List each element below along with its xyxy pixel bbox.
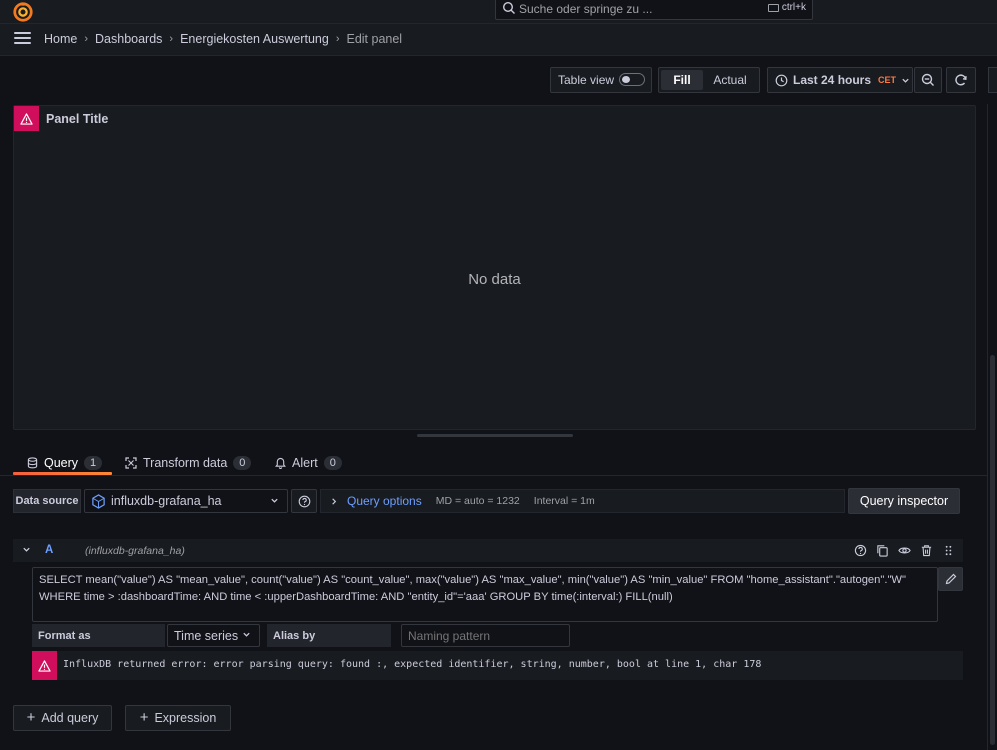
interval-info: Interval = 1m [533, 495, 595, 507]
breadcrumb-current: Edit panel [346, 32, 403, 46]
no-data-message: No data [468, 271, 521, 288]
warning-icon [20, 112, 33, 125]
question-circle-icon [298, 495, 310, 507]
trash-icon[interactable] [920, 544, 933, 557]
error-message: InfluxDB returned error: error parsing q… [63, 659, 762, 670]
breadcrumb-dashboards[interactable]: Dashboards [95, 32, 162, 46]
chevron-down-icon [902, 78, 909, 83]
alias-by-label: Alias by [267, 624, 391, 647]
plus-icon: + [26, 709, 36, 726]
influxdb-icon [92, 493, 105, 509]
menu-icon[interactable] [14, 32, 31, 46]
refresh-button[interactable] [946, 67, 976, 93]
tab-query-count: 1 [84, 456, 103, 470]
chevron-right-icon: › [84, 33, 89, 45]
duplicate-icon[interactable] [876, 544, 889, 557]
query-ref-id[interactable]: A [45, 544, 53, 556]
error-indicator [32, 651, 57, 680]
help-icon[interactable] [854, 544, 867, 557]
datasource-label: Data source [13, 489, 81, 513]
chevron-down-icon[interactable] [22, 545, 31, 554]
grafana-logo-icon[interactable] [12, 1, 34, 23]
plus-icon: + [139, 709, 149, 726]
database-icon [27, 457, 38, 469]
breadcrumb-bar: Home › Dashboards › Energiekosten Auswer… [0, 24, 997, 56]
chevron-right-icon: › [169, 33, 174, 45]
keyboard-icon [767, 3, 779, 12]
format-as-value: Time series [174, 628, 239, 643]
panel-title[interactable]: Panel Title [46, 112, 108, 126]
add-expression-label: Expression [154, 711, 217, 725]
datasource-name: influxdb-grafana_ha [111, 494, 222, 508]
fill-option[interactable]: Fill [661, 70, 703, 90]
tab-alert-label: Alert [292, 456, 318, 470]
max-datapoints-info: MD = auto = 1232 [435, 495, 520, 507]
bell-icon [275, 457, 286, 469]
datasource-help-button[interactable] [291, 489, 317, 513]
toggle-editor-mode-button[interactable] [938, 567, 963, 591]
format-as-label: Format as [32, 624, 165, 647]
add-query-label: Add query [41, 711, 99, 725]
query-inspector-button[interactable]: Query inspector [848, 488, 960, 514]
search-bar[interactable]: Suche oder springe zu ... ctrl+k [495, 0, 813, 20]
add-query-button[interactable]: + Add query [13, 705, 112, 731]
chevron-down-icon [243, 632, 250, 637]
tab-transform-count: 0 [233, 456, 252, 470]
panel-preview: Panel Title No data [13, 105, 976, 430]
warning-icon [38, 659, 51, 672]
time-range-label: Last 24 hours [793, 73, 872, 87]
search-placeholder: Suche oder springe zu ... [519, 2, 653, 16]
query-error: InfluxDB returned error: error parsing q… [32, 651, 963, 680]
table-view-switch[interactable] [619, 73, 645, 86]
transform-icon [125, 457, 137, 469]
chevron-right-icon: › [335, 33, 340, 45]
breadcrumb-home[interactable]: Home [44, 32, 77, 46]
options-pane-toggle[interactable] [988, 67, 997, 93]
actual-option[interactable]: Actual [703, 70, 757, 90]
alias-input[interactable] [401, 624, 570, 647]
zoom-out-icon [921, 73, 934, 86]
query-options-toggle[interactable]: Query options MD = auto = 1232 Interval … [320, 489, 845, 513]
tab-alert[interactable]: Alert 0 [275, 453, 342, 473]
tab-transform-label: Transform data [143, 456, 228, 470]
search-icon [502, 1, 515, 14]
query-editor-textarea[interactable]: SELECT mean("value") AS "mean_value", co… [32, 567, 938, 622]
add-expression-button[interactable]: + Expression [125, 705, 231, 731]
tab-alert-count: 0 [323, 456, 342, 470]
table-view-label: Table view [558, 73, 615, 87]
pane-resize-handle[interactable] [417, 434, 573, 437]
search-shortcut: ctrl+k [767, 2, 806, 13]
top-bar: Suche oder springe zu ... ctrl+k [0, 0, 997, 24]
timezone-badge: CET [878, 75, 897, 85]
query-options-label: Query options [347, 494, 422, 508]
chevron-right-icon [332, 497, 337, 505]
pen-icon [945, 573, 956, 585]
clock-icon [775, 74, 788, 86]
tab-transform[interactable]: Transform data 0 [125, 453, 252, 473]
zoom-out-button[interactable] [914, 67, 942, 93]
tab-query[interactable]: Query 1 [27, 453, 103, 473]
shortcut-label: ctrl+k [781, 2, 806, 13]
refresh-icon [955, 74, 967, 86]
drag-handle-icon[interactable] [942, 544, 955, 557]
breadcrumb: Home › Dashboards › Energiekosten Auswer… [44, 32, 402, 46]
scrollbar[interactable] [990, 355, 995, 745]
datasource-picker[interactable]: influxdb-grafana_ha [84, 489, 288, 513]
panel-error-indicator[interactable] [14, 106, 39, 131]
format-as-select[interactable]: Time series [167, 624, 260, 647]
chevron-down-icon [271, 498, 278, 503]
breadcrumb-dashboard[interactable]: Energiekosten Auswertung [180, 32, 329, 46]
eye-icon[interactable] [898, 544, 911, 557]
query-row-actions [854, 544, 955, 557]
time-range-picker[interactable]: Last 24 hours CET [767, 67, 913, 93]
fill-actual-radio: Fill Actual [658, 67, 760, 93]
query-datasource-name: (influxdb-grafana_ha) [85, 545, 185, 557]
tab-query-label: Query [44, 456, 79, 470]
query-row-header[interactable]: A (influxdb-grafana_ha) [13, 539, 963, 562]
